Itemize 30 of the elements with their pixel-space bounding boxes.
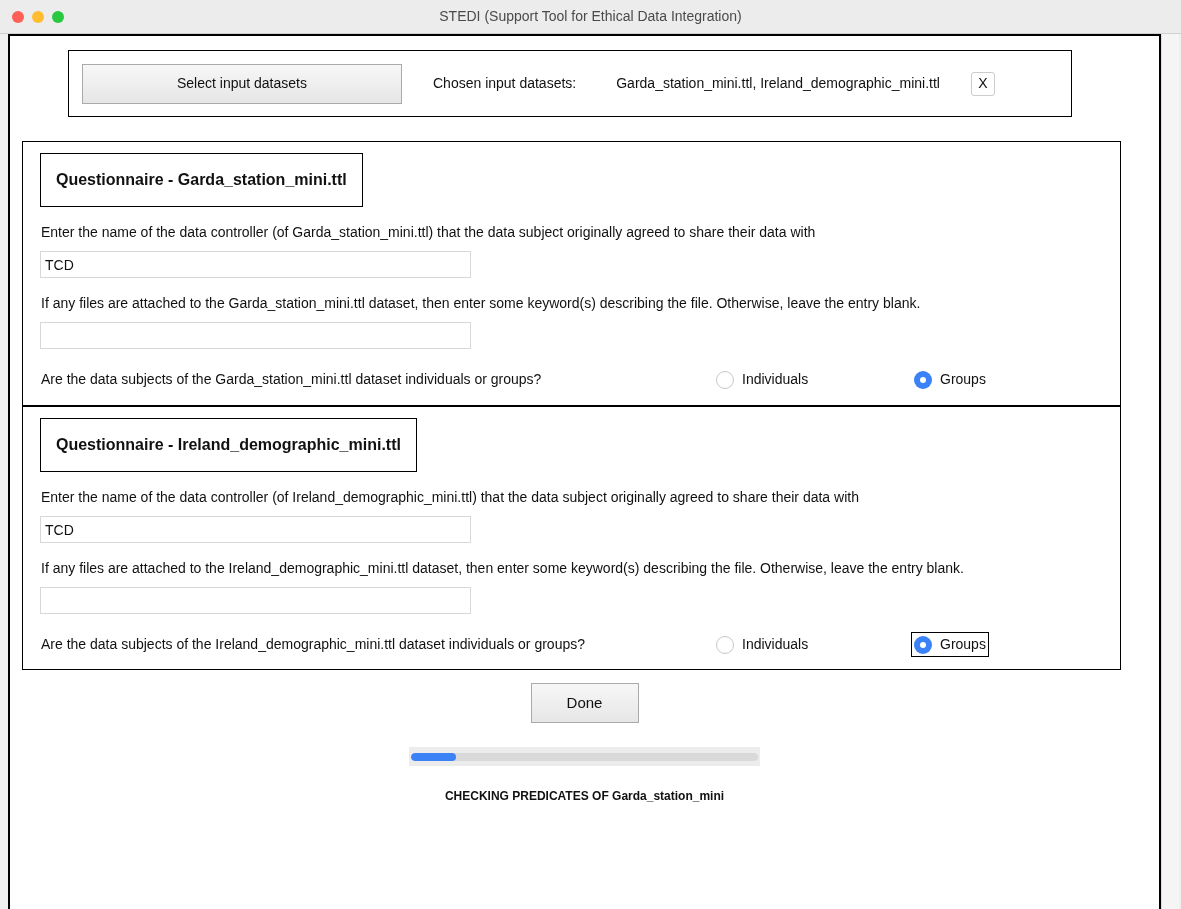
radio-option[interactable]: Groups (911, 632, 989, 657)
question-text: If any files are attached to the Garda_station_mini.ttl dataset, then enter some keyword(s) describing the file. Otherwise, leave the entry blank. (41, 294, 922, 313)
radio-option[interactable]: Groups (911, 367, 989, 392)
keywords-field[interactable] (40, 587, 471, 614)
radio-option[interactable]: Individuals (713, 367, 911, 392)
questionnaire-title: Questionnaire - Ireland_demographic_mini.ttl (40, 418, 417, 472)
radio-icon (716, 370, 734, 389)
minimize-icon[interactable] (32, 10, 44, 23)
clear-button[interactable]: X (970, 71, 995, 96)
question-text: Enter the name of the data controller (of Ireland_demographic_mini.ttl) that the data subject originally agreed to share their data with (41, 488, 860, 507)
radio-selected-icon (914, 635, 932, 654)
question-text: Are the data subjects of the Garda_station_mini.ttl dataset individuals or groups? (41, 370, 543, 389)
questionnaire-title: Questionnaire - Garda_station_mini.ttl (40, 153, 363, 207)
select-datasets-button[interactable]: Select input datasets (82, 63, 402, 104)
question-text: Are the data subjects of the Ireland_demographic_mini.ttl dataset individuals or groups? (41, 635, 586, 654)
chosen-datasets-value: Garda_station_mini.ttl, Ireland_demographic_mini.ttl (616, 74, 940, 93)
close-icon[interactable] (12, 10, 24, 23)
chosen-datasets-label: Chosen input datasets: (433, 74, 577, 93)
radio-icon (716, 635, 734, 654)
question-text: If any files are attached to the Ireland_demographic_mini.ttl dataset, then enter some keyword(s) describing the file. Otherwise, leave the entry blank. (41, 559, 965, 578)
zoom-icon[interactable] (52, 10, 64, 23)
status-text: CHECKING PREDICATES OF Garda_station_mini (444, 788, 725, 805)
window-title: STEDI (Support Tool for Ethical Data Integration) (439, 7, 742, 26)
radio-selected-icon (914, 370, 932, 389)
radio-option[interactable]: Individuals (713, 632, 911, 657)
question-text: Enter the name of the data controller (of Garda_station_mini.ttl) that the data subject originally agreed to share their data with (41, 223, 817, 242)
done-button[interactable]: Done (530, 683, 639, 723)
keywords-field[interactable] (40, 322, 471, 349)
controller-field[interactable]: TCD (40, 516, 471, 543)
controller-field[interactable]: TCD (40, 251, 471, 278)
